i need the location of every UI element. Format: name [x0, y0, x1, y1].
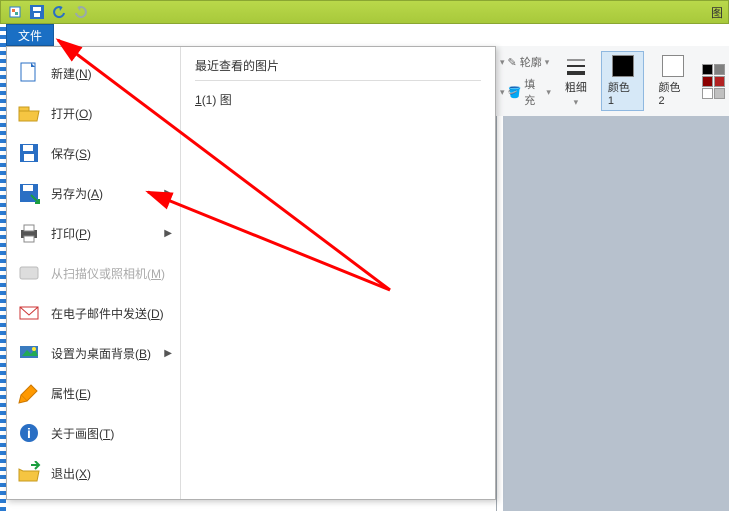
wallpaper-icon [17, 341, 41, 365]
menu-item-label: 设置为桌面背景(B) [51, 345, 151, 362]
color-2-label: 颜色 2 [658, 79, 688, 107]
palette-swatch[interactable] [714, 88, 725, 99]
canvas-edge[interactable] [497, 116, 503, 511]
outline-dropdown[interactable]: ▾✎轮廓▾ [500, 54, 551, 70]
stroke-width-group[interactable]: 粗细 ▾ [561, 53, 591, 110]
recent-panel: 最近查看的图片 1(1) 图 [181, 47, 495, 499]
chevron-right-icon: ▶ [164, 188, 172, 199]
palette-swatch[interactable] [702, 76, 713, 87]
menu-item-label: 新建(N) [51, 65, 92, 82]
svg-text:i: i [27, 425, 31, 441]
color-1[interactable]: 颜色 1 [601, 51, 645, 111]
file-menu: 新建(N) 打开(O) 保存(S) 另存为(A) ▶ 打印(P) ▶ 从扫描仪或照相机(M) 在… [6, 46, 496, 500]
fill-dropdown[interactable]: ▾🪣填充▾ [500, 76, 551, 108]
file-tab-label: 文件 [18, 27, 42, 44]
chevron-right-icon: ▶ [164, 348, 172, 359]
paint-app-icon [7, 4, 23, 20]
recent-title: 最近查看的图片 [195, 57, 481, 81]
color-1-label: 颜色 1 [608, 79, 638, 107]
window-title-fragment: 图 [711, 4, 723, 21]
menu-item-scanner: 从扫描仪或照相机(M) [7, 253, 180, 293]
scanner-icon [17, 261, 41, 285]
stroke-icon [565, 55, 587, 77]
color-1-swatch [612, 55, 634, 77]
palette-swatch[interactable] [714, 64, 725, 75]
menu-item-new[interactable]: 新建(N) [7, 53, 180, 93]
menu-item-label: 保存(S) [51, 145, 91, 162]
menu-item-open[interactable]: 打开(O) [7, 93, 180, 133]
menu-item-label: 属性(E) [51, 385, 91, 402]
outline-label: 轮廓 [520, 54, 542, 70]
color-palette[interactable] [702, 64, 725, 99]
qat-undo-icon[interactable] [51, 4, 67, 20]
menu-item-mail[interactable]: 在电子邮件中发送(D) [7, 293, 180, 333]
shape-style-group: ▾✎轮廓▾ ▾🪣填充▾ [500, 54, 551, 108]
menu-item-saveas[interactable]: 另存为(A) ▶ [7, 173, 180, 213]
open-icon [17, 101, 41, 125]
file-tab[interactable]: 文件 [6, 24, 54, 46]
print-icon [17, 221, 41, 245]
menu-item-label: 在电子邮件中发送(D) [51, 305, 164, 322]
menu-item-label: 退出(X) [51, 465, 91, 482]
menu-item-label: 打开(O) [51, 105, 92, 122]
titlebar: 图 [0, 0, 729, 24]
palette-swatch[interactable] [714, 76, 725, 87]
canvas-background [496, 116, 729, 511]
menu-item-props[interactable]: 属性(E) [7, 373, 180, 413]
qat-save-icon[interactable] [29, 4, 45, 20]
color-2[interactable]: 颜色 2 [654, 53, 692, 109]
palette-swatch[interactable] [702, 88, 713, 99]
menu-item-wallpaper[interactable]: 设置为桌面背景(B) ▶ [7, 333, 180, 373]
menu-item-label: 从扫描仪或照相机(M) [51, 265, 165, 282]
exit-icon [17, 461, 41, 485]
color-2-swatch [662, 55, 684, 77]
menu-item-exit[interactable]: 退出(X) [7, 453, 180, 493]
menu-item-label: 打印(P) [51, 225, 91, 242]
mail-icon [17, 301, 41, 325]
ribbon-fragment: ▾✎轮廓▾ ▾🪣填充▾ 粗细 ▾ 颜色 1 颜色 2 [496, 46, 729, 116]
props-icon [17, 381, 41, 405]
about-icon: i [17, 421, 41, 445]
fill-label: 填充 [524, 76, 543, 108]
file-menu-items: 新建(N) 打开(O) 保存(S) 另存为(A) ▶ 打印(P) ▶ 从扫描仪或照相机(M) 在… [7, 47, 181, 499]
qat-redo-icon[interactable] [73, 4, 89, 20]
palette-swatch[interactable] [702, 64, 713, 75]
recent-item[interactable]: 1(1) 图 [195, 87, 481, 112]
new-icon [17, 61, 41, 85]
stroke-label: 粗细 [565, 79, 587, 95]
menu-item-save[interactable]: 保存(S) [7, 133, 180, 173]
menu-item-print[interactable]: 打印(P) ▶ [7, 213, 180, 253]
menu-item-label: 关于画图(T) [51, 425, 114, 442]
menu-item-about[interactable]: i 关于画图(T) [7, 413, 180, 453]
saveas-icon [17, 181, 41, 205]
chevron-right-icon: ▶ [164, 228, 172, 239]
menu-item-label: 另存为(A) [51, 185, 103, 202]
save-icon [17, 141, 41, 165]
